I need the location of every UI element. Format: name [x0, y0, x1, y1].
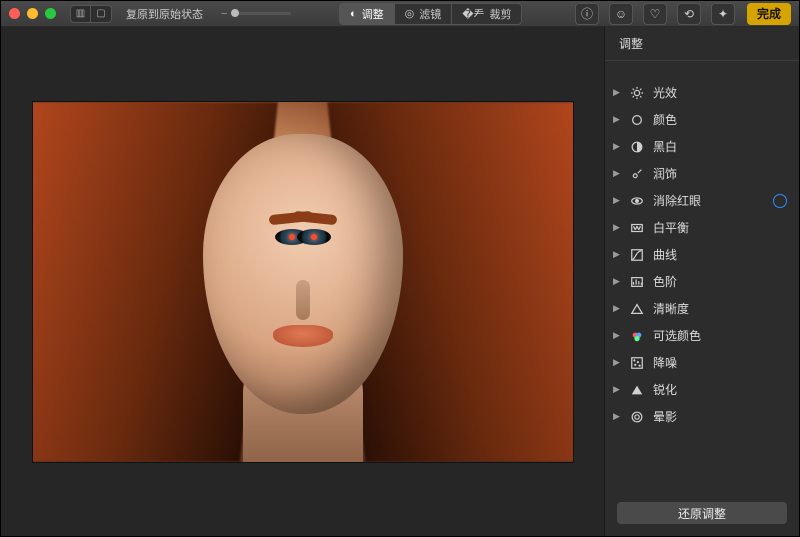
- adjust-label: 锐化: [653, 381, 787, 398]
- chevron-right-icon: ▶: [613, 411, 621, 422]
- fullscreen-window[interactable]: [45, 8, 56, 19]
- bw-icon: [629, 139, 645, 155]
- redeye-icon: [629, 193, 645, 209]
- adjust-label: 消除红眼: [653, 192, 765, 209]
- adjust-label: 光效: [653, 84, 787, 101]
- photo: [33, 102, 573, 462]
- minimize-window[interactable]: [27, 8, 38, 19]
- tab-filters[interactable]: ◎ 滤镜: [394, 3, 453, 25]
- done-label: 完成: [757, 5, 781, 22]
- sidebar-header: 调整: [605, 27, 799, 61]
- curves-icon: [629, 247, 645, 263]
- levels-icon: [629, 274, 645, 290]
- sharpen-icon: [629, 382, 645, 398]
- adjust-label: 黑白: [653, 138, 787, 155]
- adjust-row-curves[interactable]: ▶ 曲线: [605, 241, 799, 268]
- adjust-row-vignette[interactable]: ▶ 晕影: [605, 403, 799, 430]
- definition-icon: [629, 301, 645, 317]
- grid-view-icon: ▢: [91, 6, 111, 22]
- adjust-label: 润饰: [653, 165, 787, 182]
- noise-icon: [629, 355, 645, 371]
- adjust-label: 晕影: [653, 408, 787, 425]
- info-icon: ⓘ: [581, 5, 593, 22]
- done-button[interactable]: 完成: [747, 3, 791, 25]
- main: 调整 ▶光效▶颜色▶黑白▶润饰▶消除红眼▶白平衡▶曲线▶色阶▶清晰度▶可选颜色▶…: [1, 27, 799, 536]
- chevron-right-icon: ▶: [613, 303, 621, 314]
- adjust-row-levels[interactable]: ▶ 色阶: [605, 268, 799, 295]
- titlebar: ▥ ▢ 复原到原始状态 − ◐ 调整 ◎ 滤镜 �龵 裁剪 ⓘ ☺ ♡ ⟲ ✦ …: [1, 1, 799, 27]
- adjust-label: 颜色: [653, 111, 787, 128]
- chevron-right-icon: ▶: [613, 141, 621, 152]
- adjust-icon: ◐: [350, 8, 357, 20]
- reset-adjustments-label: 还原调整: [678, 505, 726, 522]
- chevron-right-icon: ▶: [613, 222, 621, 233]
- adjust-row-color[interactable]: ▶ 颜色: [605, 106, 799, 133]
- light-icon: [629, 85, 645, 101]
- adjust-row-selectivecolor[interactable]: ▶ 可选颜色: [605, 322, 799, 349]
- chevron-right-icon: ▶: [613, 249, 621, 260]
- sidebar-view-toggle[interactable]: ▥ ▢: [70, 5, 112, 23]
- adjust-label: 白平衡: [653, 219, 787, 236]
- editor-tabs: ◐ 调整 ◎ 滤镜 �龵 裁剪: [340, 3, 523, 25]
- adjust-row-sharpen[interactable]: ▶ 锐化: [605, 376, 799, 403]
- rotate-icon: ⟲: [684, 7, 694, 21]
- retouch-icon: [629, 166, 645, 182]
- adjust-row-light[interactable]: ▶ 光效: [605, 79, 799, 106]
- adjust-row-noise[interactable]: ▶ 降噪: [605, 349, 799, 376]
- adjust-label: 曲线: [653, 246, 787, 263]
- zoom-track[interactable]: [231, 12, 291, 15]
- adjust-list: ▶光效▶颜色▶黑白▶润饰▶消除红眼▶白平衡▶曲线▶色阶▶清晰度▶可选颜色▶降噪▶…: [605, 61, 799, 492]
- zoom-handle[interactable]: [231, 9, 239, 17]
- chevron-right-icon: ▶: [613, 87, 621, 98]
- vignette-icon: [629, 409, 645, 425]
- chevron-right-icon: ▶: [613, 168, 621, 179]
- chevron-right-icon: ▶: [613, 330, 621, 341]
- crop-icon: �龵: [462, 6, 484, 22]
- chevron-right-icon: ▶: [613, 195, 621, 206]
- list-view-icon: ▥: [71, 6, 91, 22]
- close-window[interactable]: [9, 8, 20, 19]
- chevron-right-icon: ▶: [613, 114, 621, 125]
- zoom-slider[interactable]: −: [221, 8, 291, 20]
- adjust-row-redeye[interactable]: ▶ 消除红眼: [605, 187, 799, 214]
- filters-icon: ◎: [405, 7, 415, 20]
- adjust-row-definition[interactable]: ▶ 清晰度: [605, 295, 799, 322]
- revert-label: 复原到原始状态: [126, 6, 203, 22]
- chevron-right-icon: ▶: [613, 357, 621, 368]
- rotate-button[interactable]: ⟲: [677, 3, 701, 25]
- tab-adjust[interactable]: ◐ 调整: [339, 3, 395, 25]
- face-icon: ☺: [615, 7, 627, 21]
- adjust-label: 降噪: [653, 354, 787, 371]
- adjust-label: 可选颜色: [653, 327, 787, 344]
- active-indicator-icon: [773, 194, 787, 208]
- faces-button[interactable]: ☺: [609, 3, 633, 25]
- heart-icon: ♡: [650, 7, 661, 21]
- selectivecolor-icon: [629, 328, 645, 344]
- tab-crop-label: 裁剪: [489, 6, 511, 22]
- favorite-button[interactable]: ♡: [643, 3, 667, 25]
- adjust-row-whitebalance[interactable]: ▶ 白平衡: [605, 214, 799, 241]
- adjust-row-retouch[interactable]: ▶ 润饰: [605, 160, 799, 187]
- tab-adjust-label: 调整: [362, 6, 384, 22]
- tab-filters-label: 滤镜: [419, 6, 441, 22]
- color-icon: [629, 112, 645, 128]
- revert-button[interactable]: 复原到原始状态: [118, 4, 211, 24]
- reset-adjustments-button[interactable]: 还原调整: [617, 502, 787, 524]
- chevron-right-icon: ▶: [613, 384, 621, 395]
- zoom-out-icon: −: [221, 8, 227, 20]
- wand-icon: ✦: [718, 7, 728, 21]
- window-controls: [9, 8, 56, 19]
- tab-crop[interactable]: �龵 裁剪: [451, 3, 522, 25]
- adjust-row-bw[interactable]: ▶ 黑白: [605, 133, 799, 160]
- canvas-area[interactable]: [1, 27, 604, 536]
- whitebalance-icon: [629, 220, 645, 236]
- adjust-sidebar: 调整 ▶光效▶颜色▶黑白▶润饰▶消除红眼▶白平衡▶曲线▶色阶▶清晰度▶可选颜色▶…: [604, 27, 799, 536]
- info-button[interactable]: ⓘ: [575, 3, 599, 25]
- adjust-label: 清晰度: [653, 300, 787, 317]
- autoenhance-button[interactable]: ✦: [711, 3, 735, 25]
- chevron-right-icon: ▶: [613, 276, 621, 287]
- adjust-label: 色阶: [653, 273, 787, 290]
